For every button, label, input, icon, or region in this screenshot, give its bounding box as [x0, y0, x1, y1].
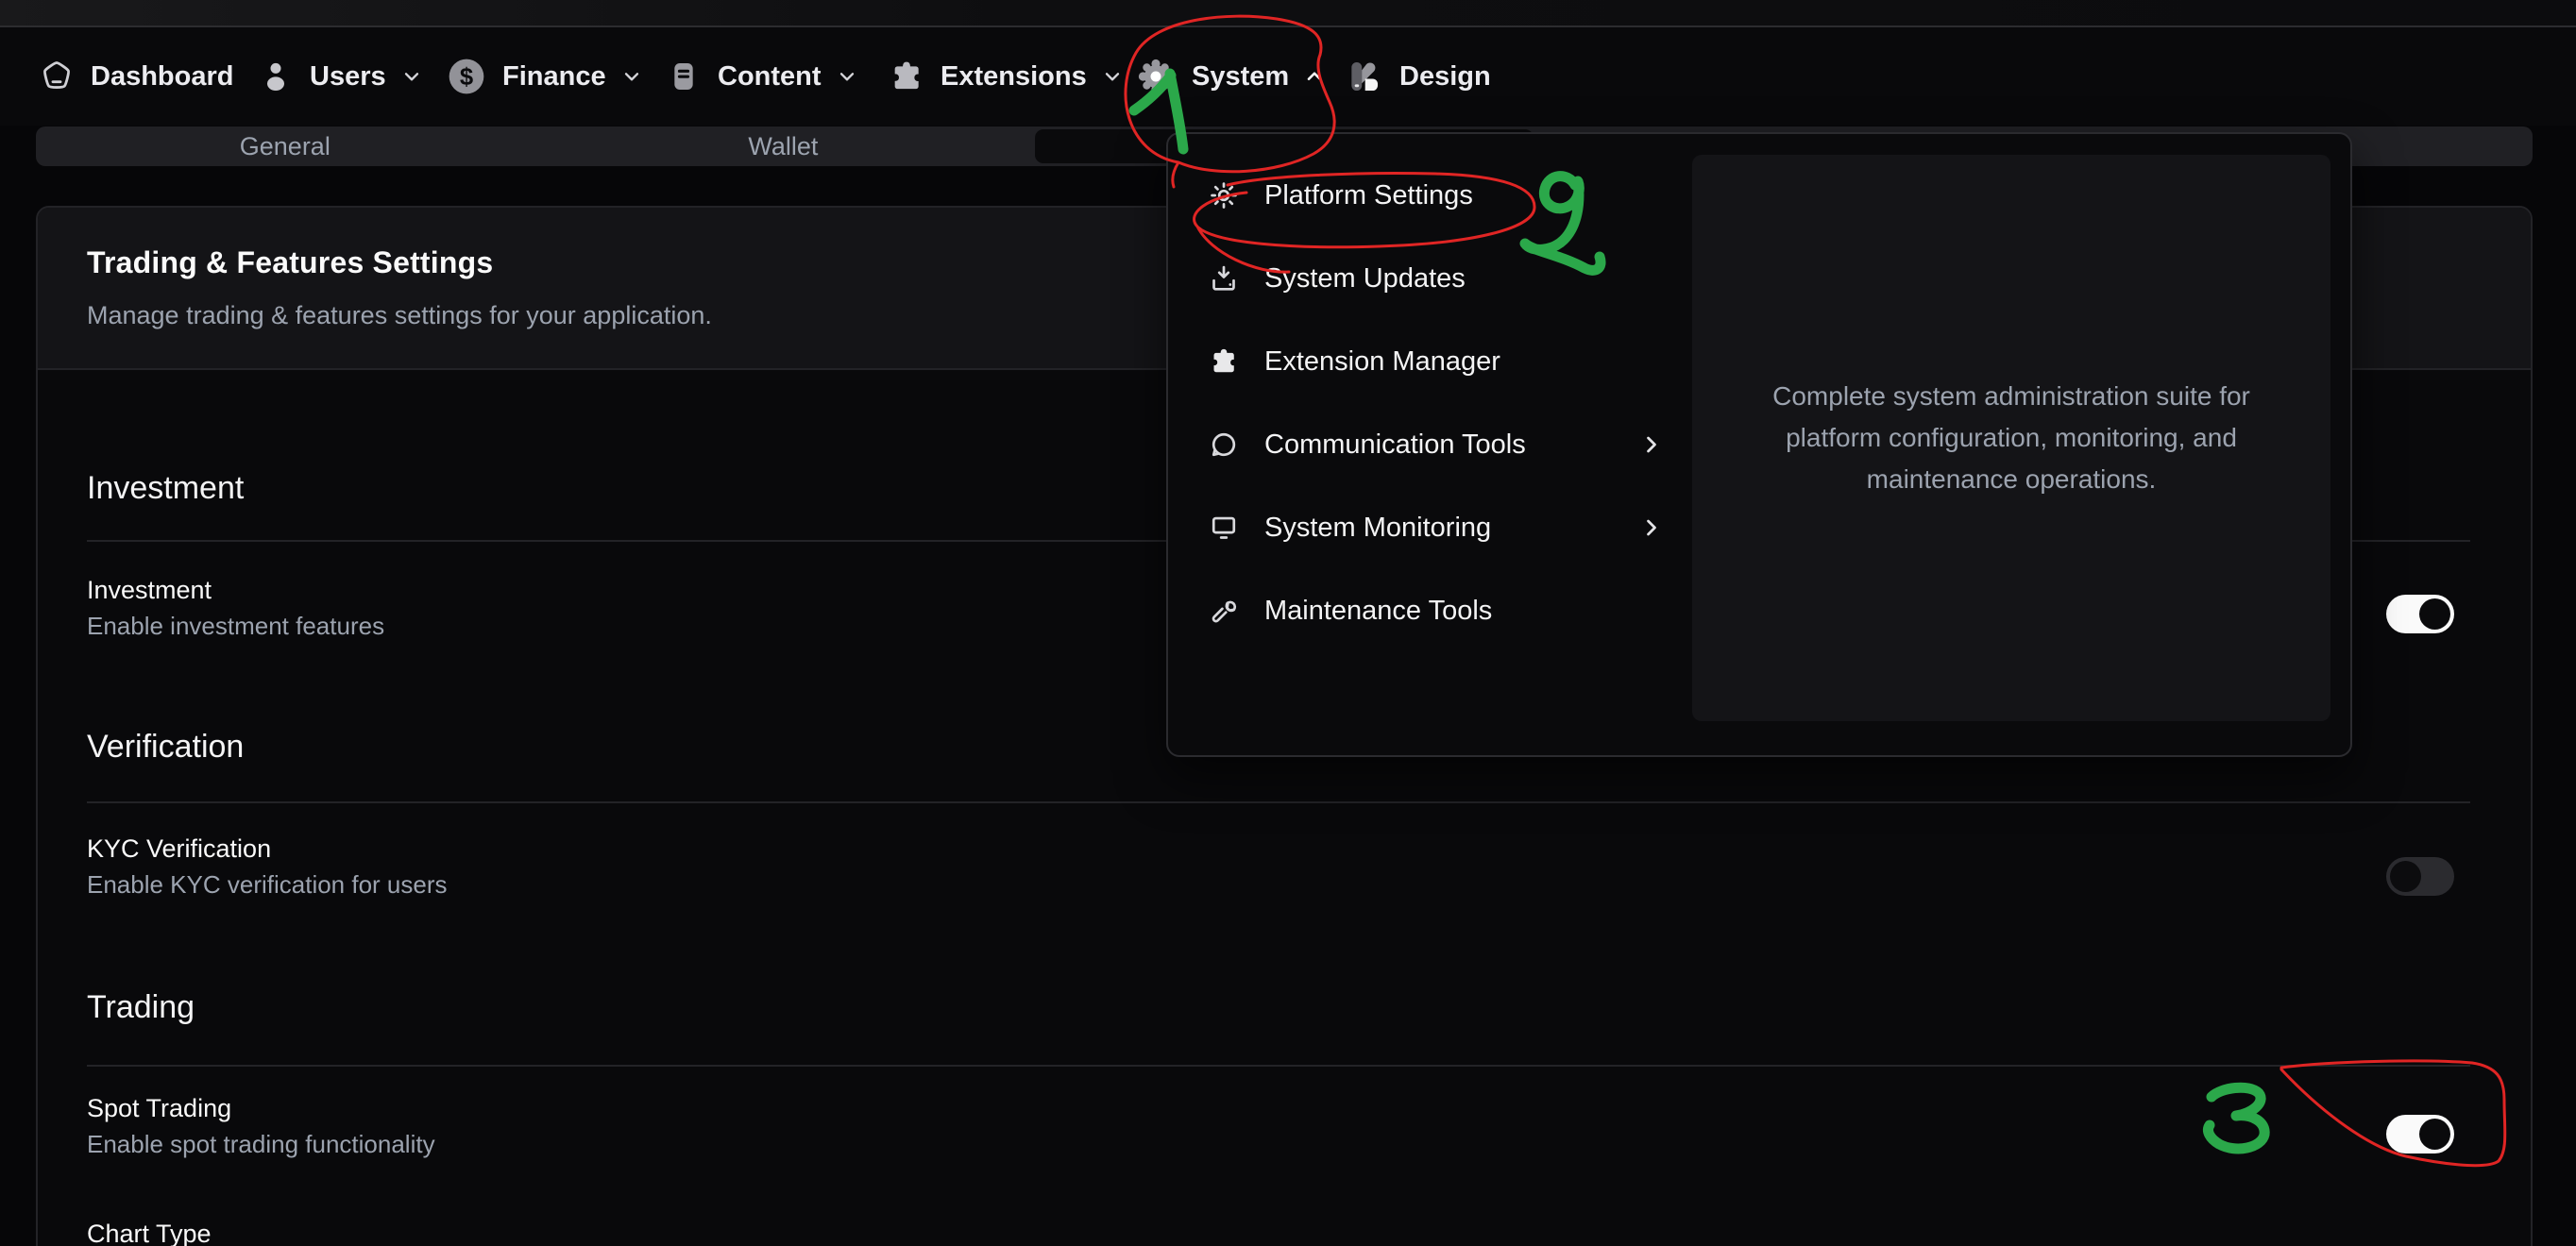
nav-item-system[interactable]: System [1135, 27, 1327, 126]
divider [87, 801, 2470, 803]
section-heading-trading: Trading [87, 989, 195, 1026]
window-top-band [0, 0, 2576, 27]
chevron-right-icon [1638, 431, 1665, 458]
menu-description-text: Complete system administration suite for… [1728, 376, 2295, 500]
menu-item-platform-settings[interactable]: Platform Settings [1181, 166, 1682, 225]
finance-icon: $ [446, 56, 487, 97]
system-dropdown-menu: Platform Settings System Updates Extensi… [1166, 132, 2352, 757]
menu-item-label: System Updates [1264, 263, 1466, 295]
row-label-investment: Investment [87, 576, 212, 605]
section-heading-verification: Verification [87, 729, 244, 766]
chat-bubble-icon [1208, 429, 1240, 461]
nav-item-extensions[interactable]: Extensions [888, 27, 1125, 126]
download-tray-icon [1208, 262, 1240, 295]
row-desc-spot-trading: Enable spot trading functionality [87, 1130, 435, 1159]
content-icon [665, 58, 703, 95]
extensions-icon [888, 58, 925, 95]
kyc-verification-switch[interactable] [2386, 857, 2454, 896]
nav-label: Extensions [941, 61, 1087, 93]
menu-item-label: Platform Settings [1264, 180, 1473, 211]
switch-thumb [2390, 861, 2421, 892]
menu-item-system-updates[interactable]: System Updates [1181, 249, 1682, 308]
wrench-icon [1208, 595, 1240, 627]
chevron-down-icon [835, 64, 859, 89]
nav-label: Design [1399, 61, 1491, 93]
chevron-up-icon [1302, 64, 1327, 89]
menu-item-label: Communication Tools [1264, 429, 1526, 461]
users-icon [257, 58, 295, 95]
menu-item-extension-manager[interactable]: Extension Manager [1181, 332, 1682, 391]
puzzle-icon [1208, 345, 1240, 378]
admin-dashboard-screen: Dashboard Users $ Finance Conte [0, 0, 2576, 1246]
chevron-down-icon [619, 64, 644, 89]
main-navbar: Dashboard Users $ Finance Conte [0, 27, 2576, 126]
nav-item-design[interactable]: Design [1345, 27, 1491, 126]
tab-general[interactable]: General [36, 126, 534, 166]
spot-trading-switch[interactable] [2386, 1115, 2454, 1153]
system-menu-items: Platform Settings System Updates Extensi… [1181, 166, 1682, 665]
menu-item-label: Extension Manager [1264, 346, 1500, 378]
menu-item-maintenance-tools[interactable]: Maintenance Tools [1181, 581, 1682, 640]
menu-item-label: Maintenance Tools [1264, 596, 1492, 627]
menu-description-panel: Complete system administration suite for… [1692, 155, 2330, 721]
tab-wallet[interactable]: Wallet [534, 126, 1033, 166]
investment-switch[interactable] [2386, 595, 2454, 633]
svg-text:$: $ [460, 64, 473, 91]
row-label-kyc: KYC Verification [87, 834, 271, 864]
nav-item-content[interactable]: Content [665, 27, 859, 126]
nav-label: Finance [502, 61, 606, 93]
nav-label: Users [310, 61, 386, 93]
switch-thumb [2419, 598, 2450, 630]
menu-item-label: System Monitoring [1264, 513, 1491, 544]
menu-item-system-monitoring[interactable]: System Monitoring [1181, 498, 1682, 557]
gear-icon [1208, 179, 1240, 211]
tab-label: Wallet [748, 132, 818, 161]
switch-thumb [2419, 1119, 2450, 1150]
row-label-spot-trading: Spot Trading [87, 1094, 231, 1123]
row-desc-kyc: Enable KYC verification for users [87, 870, 448, 900]
row-desc-investment: Enable investment features [87, 612, 384, 641]
design-swatches-icon [1345, 57, 1384, 96]
nav-item-users[interactable]: Users [257, 27, 424, 126]
nav-item-finance[interactable]: $ Finance [446, 27, 644, 126]
chevron-down-icon [1100, 64, 1125, 89]
chevron-right-icon [1638, 514, 1665, 541]
monitor-icon [1208, 512, 1240, 544]
nav-label: Content [718, 61, 822, 93]
chevron-down-icon [399, 64, 424, 89]
section-heading-investment: Investment [87, 470, 244, 507]
nav-item-dashboard[interactable]: Dashboard [38, 27, 233, 126]
divider [87, 1065, 2470, 1067]
row-label-chart-type: Chart Type [87, 1220, 212, 1246]
nav-label: Dashboard [91, 61, 233, 93]
nav-label: System [1192, 61, 1289, 93]
tab-label: General [240, 132, 330, 161]
system-gear-icon [1135, 56, 1177, 97]
dashboard-icon [38, 58, 76, 95]
menu-item-communication-tools[interactable]: Communication Tools [1181, 415, 1682, 474]
